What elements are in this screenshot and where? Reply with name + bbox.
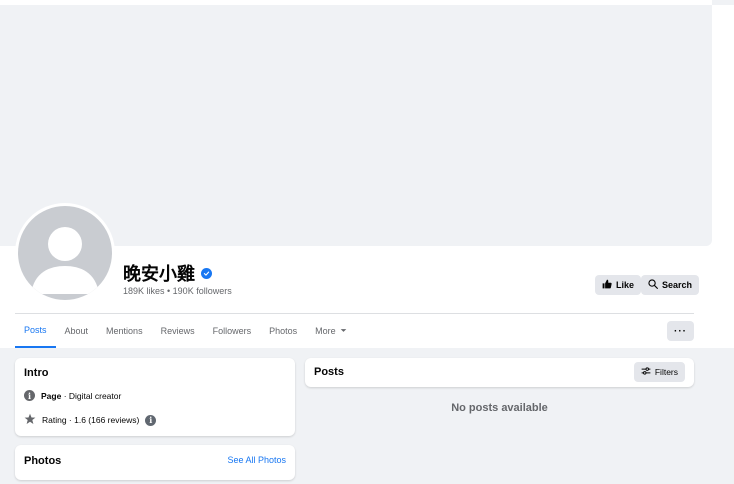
like-button[interactable]: Like [595, 275, 642, 295]
intro-rating-row: Rating · 1.6 (166 reviews) i [24, 413, 157, 427]
star-icon [24, 413, 36, 427]
filters-button[interactable]: Filters [633, 362, 685, 382]
tab-followers[interactable]: Followers [204, 314, 261, 348]
search-icon [648, 279, 658, 291]
photos-card: Photos See All Photos [15, 445, 295, 480]
thumbs-up-icon [602, 279, 612, 291]
default-avatar-icon [18, 206, 112, 300]
page-category: · Digital creator [61, 390, 122, 401]
verified-badge-icon [201, 267, 212, 279]
sliders-icon [641, 366, 651, 378]
photos-title: Photos [24, 455, 62, 467]
profile-avatar[interactable] [15, 203, 115, 303]
tab-reviews[interactable]: Reviews [152, 314, 204, 348]
page-type-label: Page [41, 390, 62, 401]
tab-more[interactable]: More [306, 314, 356, 348]
info-icon: i [24, 390, 35, 401]
caret-down-icon [340, 326, 347, 336]
see-all-photos-link[interactable]: See All Photos [227, 455, 286, 465]
search-button-label: Search [662, 280, 693, 290]
intro-page-row: i Page · Digital creator [24, 390, 121, 401]
filters-label: Filters [654, 367, 678, 377]
intro-card: Intro i Page · Digital creator Rating · … [15, 358, 295, 436]
tab-more-label: More [315, 326, 336, 336]
more-options-button[interactable]: ··· [667, 321, 694, 341]
cover-photo[interactable] [0, 5, 712, 246]
profile-tabs: Posts About Mentions Reviews Followers P… [15, 314, 356, 348]
page-stats: 189K likes • 190K followers [123, 286, 232, 296]
page-name-text: 晚安小雞 [123, 264, 195, 284]
intro-title: Intro [24, 367, 49, 379]
rating-info-icon[interactable]: i [145, 414, 157, 426]
tab-posts[interactable]: Posts [15, 314, 56, 348]
like-button-label: Like [616, 280, 635, 290]
tab-about[interactable]: About [56, 314, 98, 348]
posts-header-card: Posts Filters [305, 358, 694, 387]
tab-mentions[interactable]: Mentions [97, 314, 152, 348]
page-title: 晚安小雞 [123, 260, 212, 286]
profile-header: 晚安小雞 189K likes • 190K followers Like Se… [0, 5, 734, 348]
no-posts-message: No posts available [451, 402, 548, 414]
posts-title: Posts [314, 366, 344, 378]
tab-photos[interactable]: Photos [260, 314, 306, 348]
search-button[interactable]: Search [641, 275, 700, 295]
rating-text: Rating · 1.6 (166 reviews) [42, 415, 140, 425]
